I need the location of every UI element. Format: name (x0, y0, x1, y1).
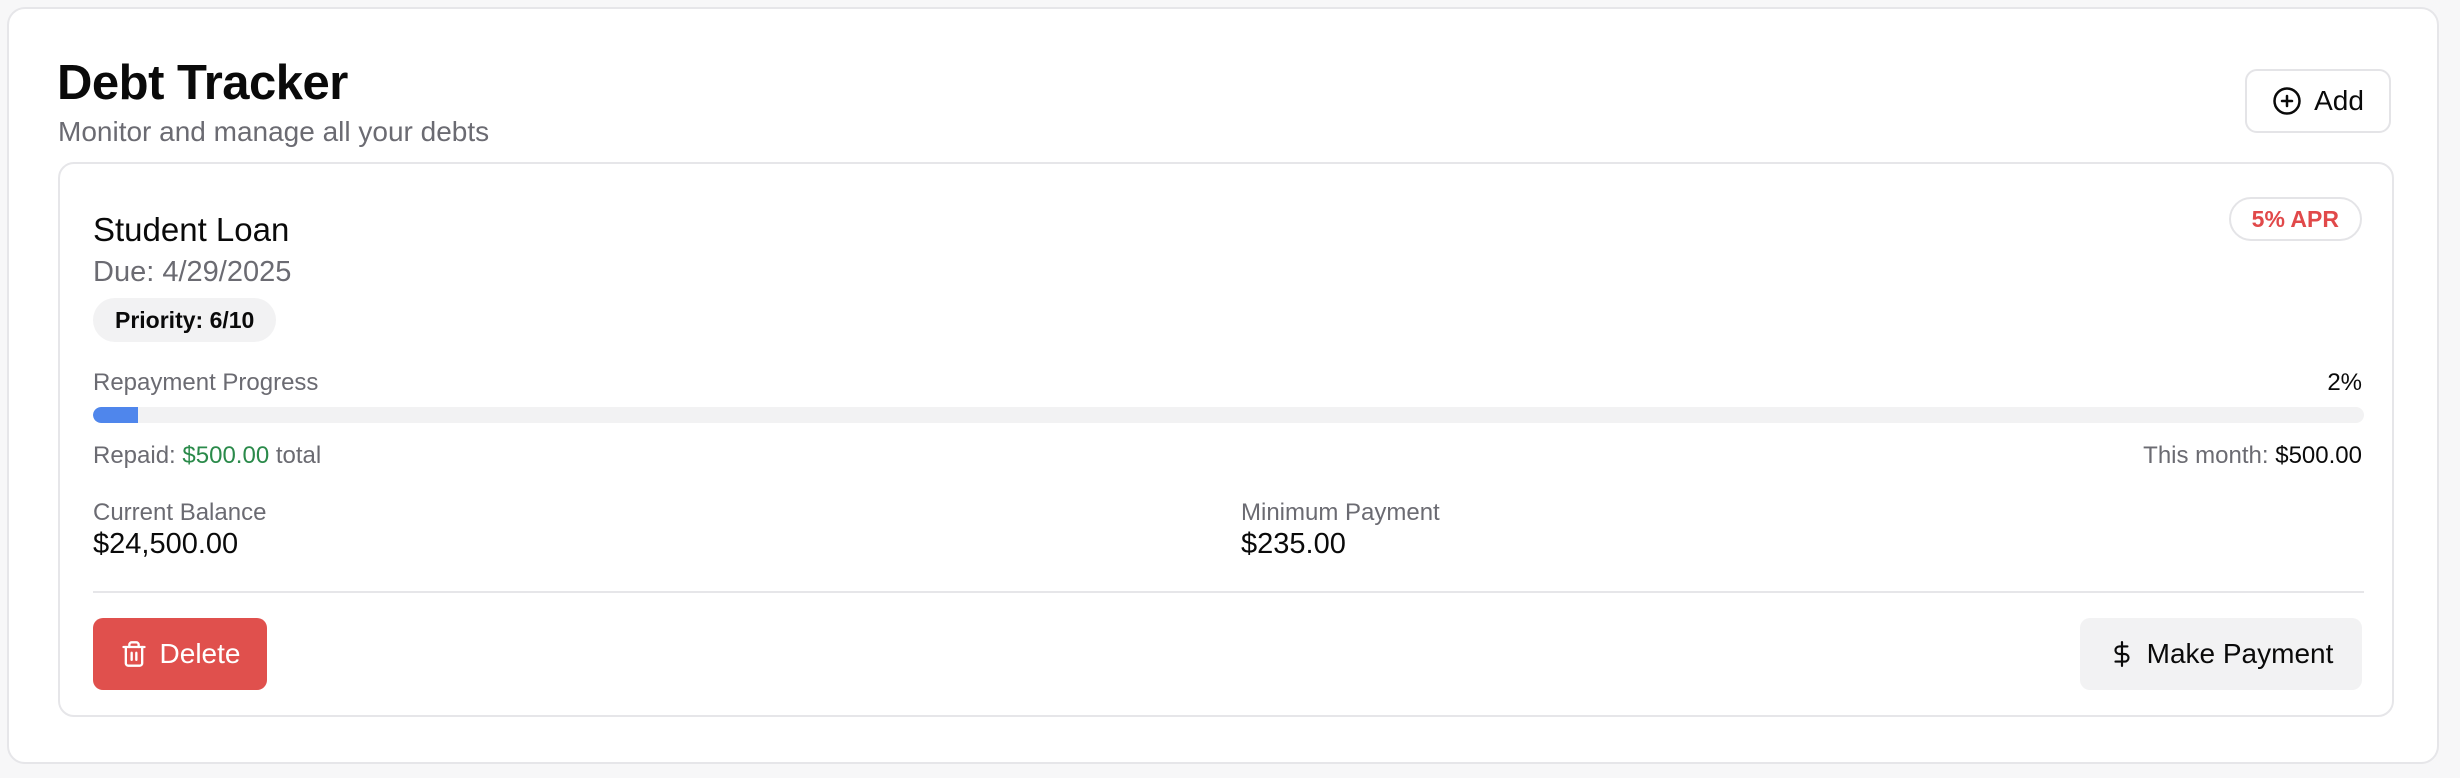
apr-badge: 5% APR (2228, 197, 2362, 241)
delete-button[interactable]: Delete (93, 618, 267, 690)
repaid-summary: Repaid: $500.00 total (93, 442, 321, 470)
repayment-progress-percent: 2% (2327, 369, 2362, 396)
repayment-progress-label: Repayment Progress (93, 369, 319, 396)
repaid-prefix: Repaid: (93, 442, 176, 469)
page-title: Debt Tracker (57, 56, 348, 110)
page-subtitle: Monitor and manage all your debts (58, 116, 490, 147)
priority-badge: Priority: 6/10 (93, 298, 277, 342)
this-month-summary: This month: $500.00 (2143, 442, 2362, 470)
current-balance-label: Current Balance (93, 499, 267, 526)
this-month-label: This month: (2143, 442, 2269, 469)
repaid-amount: $500.00 (182, 442, 270, 469)
debt-tracker-panel: Debt Tracker Monitor and manage all your… (7, 7, 2439, 764)
repayment-progress-fill (93, 407, 139, 423)
trash-icon (120, 639, 148, 669)
current-balance-value: $24,500.00 (93, 528, 239, 560)
make-payment-button[interactable]: Make Payment (2080, 618, 2362, 690)
minimum-payment-label: Minimum Payment (1241, 499, 1440, 526)
add-debt-button[interactable]: Add (2245, 69, 2391, 133)
minimum-payment-value: $235.00 (1241, 528, 1346, 560)
delete-button-label: Delete (159, 638, 241, 669)
dollar-sign-icon (2109, 638, 2135, 670)
make-payment-button-label: Make Payment (2146, 638, 2334, 669)
divider (93, 591, 2364, 593)
this-month-amount: $500.00 (2275, 442, 2362, 469)
plus-circle-icon (2272, 86, 2302, 116)
add-button-label: Add (2314, 85, 2364, 116)
repaid-suffix: total (275, 442, 322, 469)
debt-card: Student Loan Due: 4/29/2025 Priority: 6/… (58, 162, 2394, 717)
debt-name: Student Loan (93, 211, 290, 248)
debt-due-date: Due: 4/29/2025 (93, 256, 292, 288)
repayment-progress-bar (93, 407, 2364, 423)
